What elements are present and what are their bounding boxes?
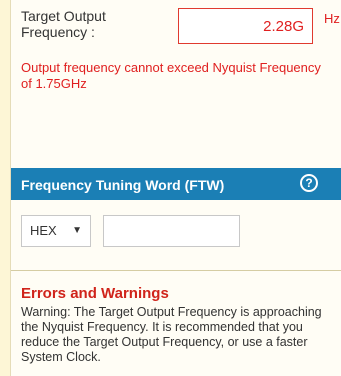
- section-divider: [11, 270, 341, 271]
- chevron-down-icon: ▼: [72, 225, 82, 236]
- warning-message: Warning: The Target Output Frequency is …: [21, 305, 322, 364]
- ftw-format-select[interactable]: HEX ▼: [21, 215, 91, 247]
- nyquist-error-message: Output frequency cannot exceed Nyquist F…: [21, 60, 321, 91]
- target-frequency-label: Target Output Frequency :: [21, 8, 106, 40]
- ftw-format-value: HEX: [30, 223, 57, 238]
- ftw-section-header: Frequency Tuning Word (FTW) ?: [11, 168, 341, 200]
- target-frequency-row: Target Output Frequency : 2.28G Hz: [21, 8, 341, 48]
- help-icon[interactable]: ?: [300, 174, 318, 192]
- ftw-value-input[interactable]: [103, 215, 240, 247]
- dds-panel: Target Output Frequency : 2.28G Hz Outpu…: [10, 0, 341, 376]
- ftw-section-title: Frequency Tuning Word (FTW): [21, 177, 225, 193]
- frequency-unit: Hz: [324, 11, 340, 26]
- errors-warnings-title: Errors and Warnings: [21, 285, 169, 302]
- target-frequency-input[interactable]: 2.28G: [178, 8, 313, 44]
